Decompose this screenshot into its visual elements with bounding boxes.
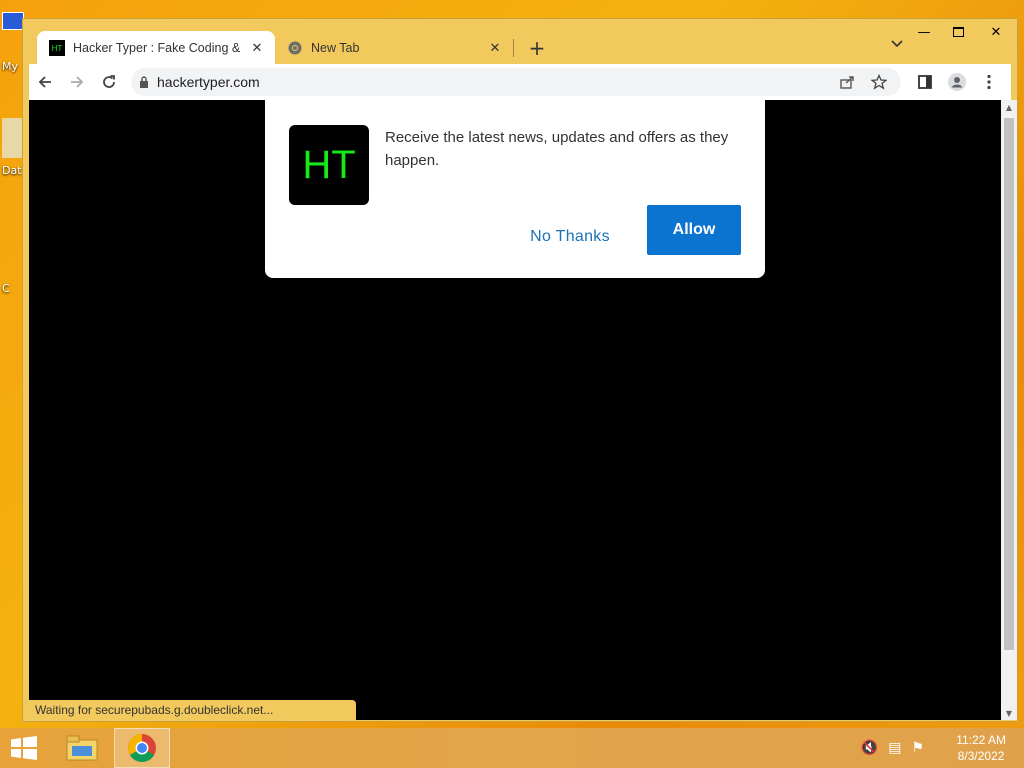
taskbar: 🔇 ▤ ⚑ 11:22 AM 8/3/2022 — [0, 728, 1024, 768]
forward-arrow-icon — [71, 76, 84, 88]
tab-strip: HT Hacker Typer : Fake Coding & Ha ✕ New… — [37, 29, 552, 65]
back-arrow-icon — [38, 76, 51, 88]
window-controls: — ✕ — [907, 19, 1017, 45]
allow-button[interactable]: Allow — [647, 205, 741, 255]
scrollbar[interactable]: ▲ ▼ — [1001, 100, 1017, 720]
tab-title: Hacker Typer : Fake Coding & Ha — [73, 41, 243, 55]
desktop-icon-label: C — [2, 282, 10, 295]
chrome-icon — [287, 40, 303, 56]
reload-icon — [103, 75, 115, 88]
volume-muted-icon[interactable]: 🔇 — [861, 740, 878, 756]
action-center-flag-icon[interactable]: ⚑ — [911, 740, 924, 756]
scroll-down-icon[interactable]: ▼ — [1001, 706, 1017, 720]
kebab-menu-icon — [987, 74, 991, 90]
ht-favicon-icon: HT — [49, 40, 65, 56]
bookmark-star-button[interactable] — [865, 68, 893, 96]
share-icon — [840, 76, 854, 89]
windows-logo-icon — [11, 736, 37, 760]
profile-icon — [948, 73, 966, 91]
browser-toolbar: hackertyper.com — [29, 64, 1011, 100]
no-thanks-button[interactable]: No Thanks — [517, 220, 623, 254]
folder-icon — [66, 735, 98, 761]
tab-search-chevron-icon[interactable] — [891, 37, 903, 51]
address-bar[interactable]: hackertyper.com — [131, 68, 901, 96]
ht-logo: HT — [289, 125, 369, 205]
reload-button[interactable] — [93, 66, 125, 98]
scroll-thumb[interactable] — [1004, 118, 1014, 650]
tab-new-tab[interactable]: New Tab ✕ — [275, 31, 513, 65]
notification-permission-dialog: HT Receive the latest news, updates and … — [265, 100, 765, 278]
desktop-icon-label: Dat — [2, 164, 22, 177]
start-button[interactable] — [10, 736, 38, 760]
tab-hacker-typer[interactable]: HT Hacker Typer : Fake Coding & Ha ✕ — [37, 31, 275, 65]
side-panel-icon — [918, 75, 932, 89]
browser-window: — ✕ HT Hacker Typer : Fake Coding & Ha ✕… — [22, 18, 1018, 722]
status-bar: Waiting for securepubads.g.doubleclick.n… — [29, 700, 356, 720]
maximize-button[interactable] — [941, 19, 975, 45]
tab-close-icon[interactable]: ✕ — [487, 40, 503, 56]
share-button[interactable] — [833, 68, 861, 96]
desktop-icon-label: My — [2, 60, 19, 73]
close-window-button[interactable]: ✕ — [975, 19, 1017, 45]
dialog-message: Receive the latest news, updates and off… — [385, 129, 729, 169]
clock-time: 11:22 AM — [956, 733, 1006, 747]
star-icon — [871, 74, 887, 90]
url-text[interactable]: hackertyper.com — [157, 74, 833, 90]
lock-icon — [140, 76, 148, 88]
profile-button[interactable] — [941, 66, 973, 98]
taskbar-chrome[interactable] — [114, 728, 170, 768]
clock-date: 8/3/2022 — [957, 749, 1005, 763]
minimize-button[interactable]: — — [907, 19, 941, 45]
menu-button[interactable] — [973, 66, 1005, 98]
tab-separator — [513, 39, 514, 57]
desktop-icons: My Dat C — [0, 0, 24, 728]
back-button[interactable] — [29, 66, 61, 98]
tab-close-icon[interactable]: ✕ — [249, 40, 265, 56]
tab-title: New Tab — [311, 41, 360, 55]
new-tab-button[interactable]: + — [522, 33, 552, 63]
scroll-up-icon[interactable]: ▲ — [1001, 100, 1017, 114]
taskbar-file-explorer[interactable] — [54, 728, 110, 768]
desktop-icon-data[interactable] — [2, 118, 22, 158]
system-tray: 🔇 ▤ ⚑ — [861, 740, 924, 756]
desktop-icon-mycomputer[interactable] — [2, 12, 24, 30]
side-panel-button[interactable] — [909, 66, 941, 98]
chrome-icon — [128, 734, 156, 762]
desktop-icon-c[interactable] — [2, 228, 22, 268]
maximize-icon — [952, 27, 964, 37]
clock[interactable]: 11:22 AM 8/3/2022 — [956, 732, 1006, 764]
network-icon[interactable]: ▤ — [888, 740, 901, 756]
forward-button[interactable] — [61, 66, 93, 98]
